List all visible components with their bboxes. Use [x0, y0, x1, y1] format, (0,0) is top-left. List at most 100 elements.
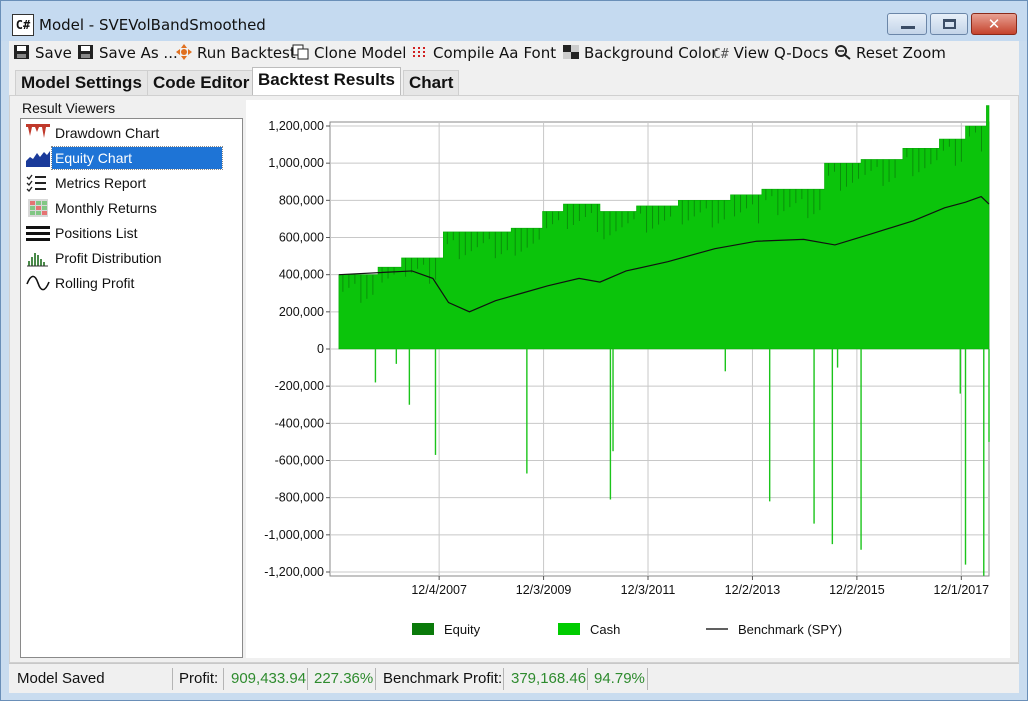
- list-item-label: Metrics Report: [55, 175, 147, 191]
- list-item-label: Equity Chart: [51, 146, 223, 170]
- status-divider: [223, 668, 224, 690]
- compile-label: Compile: [433, 44, 495, 62]
- background-color-label: Background Color: [584, 44, 718, 62]
- status-bar: Model Saved Profit: 909,433.94 227.36% B…: [9, 663, 1019, 693]
- legend-swatch: [558, 623, 580, 635]
- benchmark-profit-value: 379,168.46: [511, 670, 587, 687]
- view-qdocs-button[interactable]: C# View Q-Docs: [713, 44, 828, 66]
- list-item-positions-list[interactable]: Positions List: [24, 222, 220, 244]
- list-item-rolling-profit[interactable]: Rolling Profit: [24, 272, 220, 294]
- profit-percent: 227.36%: [314, 670, 374, 687]
- tab-model-settings[interactable]: Model Settings: [15, 70, 148, 96]
- save-label: Save: [35, 44, 72, 62]
- result-viewers-list: Drawdown Chart Equity Chart Metrics Repo…: [20, 118, 243, 658]
- status-message: Model Saved: [17, 670, 105, 687]
- x-tick-label: 12/2/2015: [829, 583, 885, 597]
- window-title: Model - SVEVolBandSmoothed: [39, 16, 266, 34]
- x-tick-label: 12/4/2007: [411, 583, 467, 597]
- maximize-icon: [943, 19, 956, 29]
- y-tick-label: -800,000: [275, 491, 324, 505]
- list-item-label: Positions List: [55, 225, 138, 241]
- run-backtest-button[interactable]: Run Backtest: [175, 44, 296, 66]
- compile-icon: [411, 44, 429, 60]
- profit-label: Profit:: [179, 670, 219, 687]
- drawdown-chart-icon: [26, 124, 50, 142]
- font-button[interactable]: Aa Font: [499, 44, 556, 66]
- y-tick-label: 800,000: [279, 193, 324, 207]
- compile-button[interactable]: Compile: [411, 44, 494, 66]
- close-button[interactable]: ✕: [971, 13, 1017, 35]
- status-divider: [307, 668, 308, 690]
- x-tick-label: 12/1/2017: [934, 583, 990, 597]
- metrics-report-icon: [26, 174, 50, 192]
- equity-chart-panel[interactable]: 1,200,000 1,000,000 800,000 600,000 400,000 2…: [246, 100, 1010, 658]
- reset-zoom-label: Reset Zoom: [856, 44, 946, 62]
- floppy-disk-icon: [77, 44, 95, 60]
- status-divider: [172, 668, 173, 690]
- view-qdocs-label: View Q-Docs: [733, 44, 829, 62]
- positions-list-icon: [26, 224, 50, 242]
- background-color-button[interactable]: Background Color: [562, 44, 717, 66]
- list-item-metrics-report[interactable]: Metrics Report: [24, 172, 220, 194]
- y-tick-label: 400,000: [279, 268, 324, 282]
- background-color-icon: [562, 44, 580, 60]
- run-backtest-label: Run Backtest: [197, 44, 296, 62]
- benchmark-profit-label: Benchmark Profit:: [383, 670, 503, 687]
- font-label: Font: [523, 44, 557, 62]
- x-tick-label: 12/2/2013: [725, 583, 781, 597]
- app-icon: C#: [12, 14, 34, 36]
- y-tick-label: 1,200,000: [268, 119, 324, 133]
- status-divider: [503, 668, 504, 690]
- benchmark-profit-percent: 94.79%: [594, 670, 645, 687]
- y-tick-label: -600,000: [275, 454, 324, 468]
- list-item-drawdown-chart[interactable]: Drawdown Chart: [24, 122, 220, 144]
- floppy-disk-icon: [13, 44, 31, 60]
- y-tick-label: 600,000: [279, 231, 324, 245]
- magnifier-icon: [834, 44, 852, 60]
- y-tick-label: 1,000,000: [268, 156, 324, 170]
- y-tick-label: -200,000: [275, 379, 324, 393]
- list-item-monthly-returns[interactable]: Monthly Returns: [24, 197, 220, 219]
- list-item-label: Drawdown Chart: [55, 125, 160, 141]
- save-button[interactable]: Save: [13, 44, 72, 66]
- clone-model-button[interactable]: Clone Model: [292, 44, 406, 66]
- minimize-button[interactable]: [887, 13, 927, 35]
- save-as-button[interactable]: Save As ...: [77, 44, 178, 66]
- tab-backtest-results[interactable]: Backtest Results: [252, 67, 402, 96]
- title-bar[interactable]: C# Model - SVEVolBandSmoothed ✕: [1, 1, 1027, 41]
- legend-swatch: [412, 623, 434, 635]
- qdocs-icon: C#: [713, 47, 729, 62]
- status-divider: [647, 668, 648, 690]
- font-icon: Aa: [499, 44, 519, 62]
- y-tick-label: 0: [317, 342, 324, 356]
- save-as-label: Save As ...: [99, 44, 178, 62]
- backtest-results-panel: Result Viewers Drawdown Chart Equity Cha…: [9, 95, 1019, 663]
- profit-distribution-icon: [26, 249, 50, 267]
- tab-strip: Model Settings Code Editor Backtest Resu…: [9, 67, 1019, 96]
- list-item-equity-chart[interactable]: Equity Chart: [24, 146, 223, 170]
- maximize-button[interactable]: [930, 13, 968, 35]
- list-item-label: Monthly Returns: [55, 200, 157, 216]
- equity-chart[interactable]: 1,200,000 1,000,000 800,000 600,000 400,000 2…: [246, 100, 1010, 658]
- profit-value: 909,433.94: [231, 670, 307, 687]
- y-tick-label: -400,000: [275, 416, 324, 430]
- y-tick-label: 200,000: [279, 305, 324, 319]
- tab-chart[interactable]: Chart: [403, 70, 460, 96]
- equity-chart-icon: [26, 149, 50, 167]
- minimize-icon: [901, 26, 915, 29]
- status-divider: [375, 668, 376, 690]
- tab-code-editor[interactable]: Code Editor: [147, 70, 256, 96]
- legend-label: Equity: [444, 622, 481, 637]
- y-tick-label: -1,000,000: [264, 528, 324, 542]
- list-item-profit-distribution[interactable]: Profit Distribution: [24, 247, 220, 269]
- app-window: C# Model - SVEVolBandSmoothed ✕ Save Sav…: [0, 0, 1028, 701]
- toolbar: Save Save As ... Run Backtest Clone Mode…: [9, 41, 1019, 67]
- rolling-profit-icon: [26, 274, 50, 292]
- list-item-label: Rolling Profit: [55, 275, 135, 291]
- reset-zoom-button[interactable]: Reset Zoom: [834, 44, 946, 66]
- legend-label: Cash: [590, 622, 620, 637]
- clone-model-label: Clone Model: [314, 44, 407, 62]
- run-backtest-icon: [175, 44, 193, 60]
- result-viewers-label: Result Viewers: [22, 100, 116, 116]
- x-tick-label: 12/3/2011: [621, 583, 676, 597]
